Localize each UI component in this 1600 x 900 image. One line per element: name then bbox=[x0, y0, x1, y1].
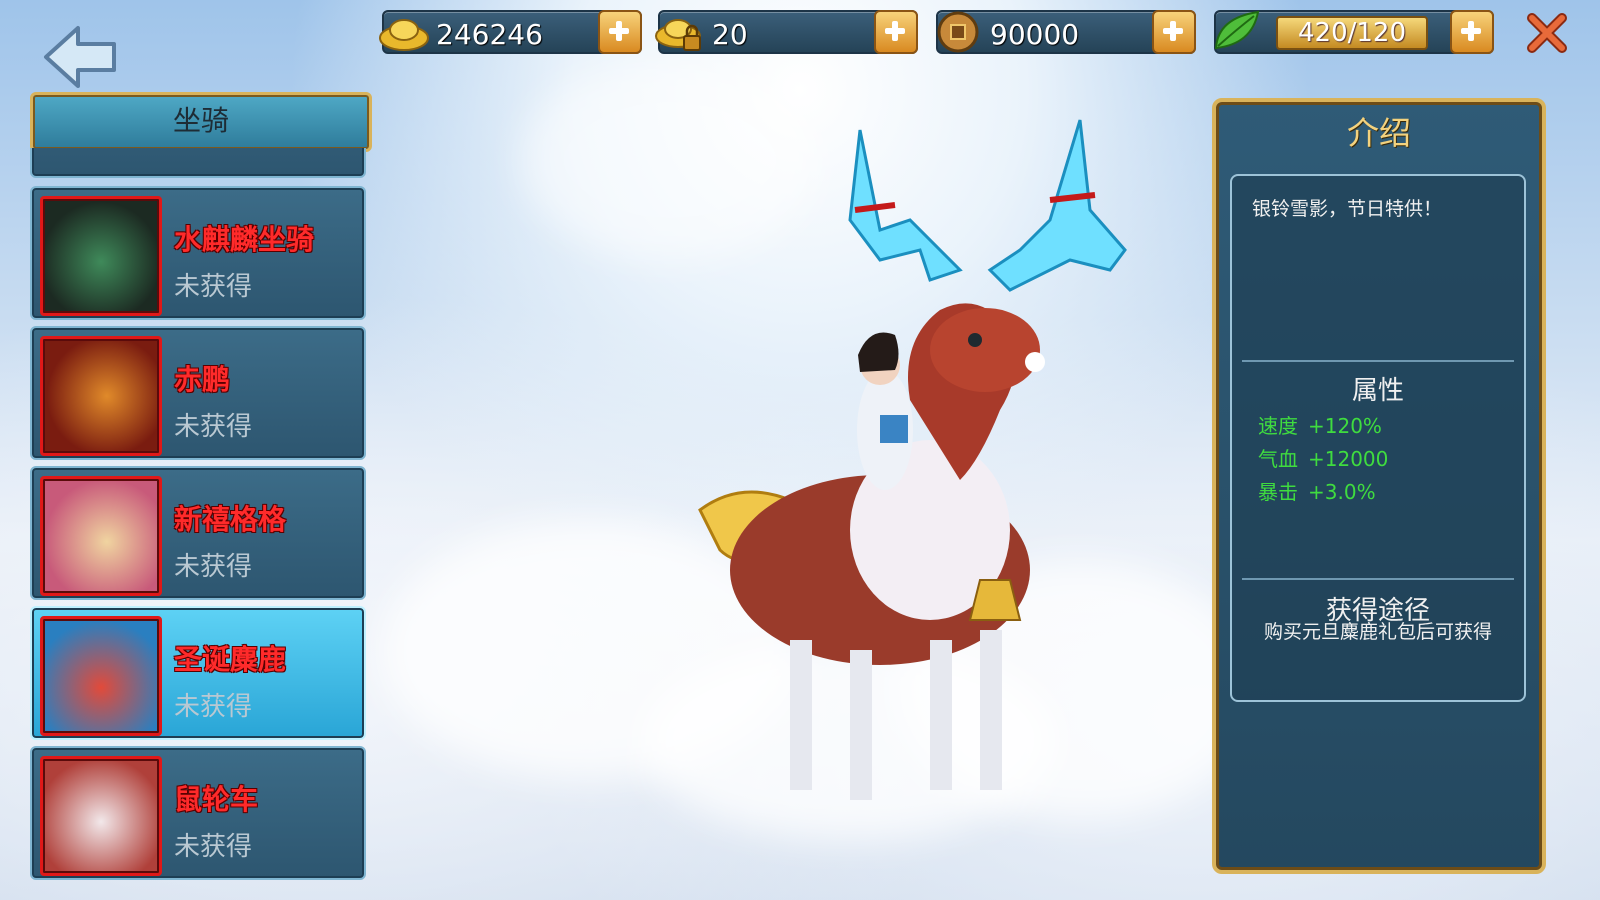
mount-nose bbox=[1025, 352, 1045, 372]
leg bbox=[850, 650, 872, 800]
mount-name: 水麒麟坐骑 bbox=[174, 223, 315, 256]
back-arrow-icon bbox=[44, 26, 116, 88]
bell bbox=[968, 579, 1022, 621]
stat-value: +3.0% bbox=[1308, 480, 1376, 504]
stamina-counter: 420/120 bbox=[1214, 10, 1494, 54]
mount-panel-title-text: 坐骑 bbox=[172, 104, 229, 137]
mount-status: 未获得 bbox=[174, 272, 253, 302]
back-button[interactable] bbox=[42, 22, 120, 92]
antler-right bbox=[987, 119, 1127, 292]
gold-value: 246246 bbox=[436, 18, 543, 51]
mount-name: 赤鹏 bbox=[174, 363, 231, 396]
mount-item-new-year-princess[interactable]: 新禧格格 未获得 bbox=[30, 466, 366, 600]
coin-value: 90000 bbox=[990, 18, 1080, 51]
mount-item-red-roc[interactable]: 赤鹏 未获得 bbox=[30, 326, 366, 460]
mount-item-christmas-reindeer[interactable]: 圣诞麋鹿 未获得 bbox=[30, 606, 366, 740]
mount-portrait bbox=[40, 336, 162, 456]
close-icon bbox=[1527, 13, 1567, 53]
leaf-icon bbox=[1214, 10, 1260, 50]
stat-label: 暴击 bbox=[1258, 480, 1298, 504]
mount-name: 圣诞麋鹿 bbox=[174, 643, 287, 676]
list-item-partial[interactable] bbox=[30, 148, 366, 178]
intro-content: 银铃雪影，节日特供！ 属性 速度 +120% 气血 +12000 暴击 +3.0% 获… bbox=[1230, 174, 1526, 702]
mount-eye bbox=[968, 333, 982, 347]
mount-name: 鼠轮车 bbox=[174, 783, 259, 816]
attributes-heading: 属性 bbox=[1351, 376, 1404, 406]
stat-value: +120% bbox=[1308, 414, 1382, 438]
coin-counter: 90000 bbox=[936, 10, 1196, 54]
gold-ingot-icon bbox=[379, 19, 429, 51]
mount-portrait bbox=[40, 476, 162, 596]
close-button[interactable] bbox=[1526, 12, 1568, 54]
mount-name: 新禧格格 bbox=[174, 503, 287, 536]
stamina-value: 420/120 bbox=[1297, 18, 1406, 48]
leg bbox=[790, 640, 812, 790]
add-bound-gold-button[interactable] bbox=[874, 10, 918, 54]
mount-item-mouse-cart[interactable]: 鼠轮车 未获得 bbox=[30, 746, 366, 880]
leg bbox=[980, 630, 1002, 790]
mount-item-water-qilin[interactable]: 水麒麟坐骑 未获得 bbox=[30, 186, 366, 320]
mount-status: 未获得 bbox=[174, 412, 253, 442]
mount-list[interactable]: 水麒麟坐骑 未获得 赤鹏 未获得 新禧格格 未获得 圣诞麋鹿 未获得 鼠轮车 未… bbox=[30, 148, 366, 900]
stat-label: 气血 bbox=[1258, 447, 1298, 471]
divider bbox=[1242, 360, 1514, 362]
gold-counter: 246246 bbox=[379, 10, 642, 54]
divider bbox=[1242, 578, 1514, 580]
mount-status: 未获得 bbox=[174, 692, 253, 722]
locked-ingot-icon bbox=[655, 19, 701, 51]
source-text: 购买元旦麋鹿礼包后可获得 bbox=[1263, 621, 1492, 643]
mount-portrait bbox=[40, 196, 162, 316]
coin-icon bbox=[937, 11, 979, 53]
add-stamina-button[interactable] bbox=[1450, 10, 1494, 54]
stat-label: 速度 bbox=[1258, 414, 1298, 438]
stamina-value-box: 420/120 bbox=[1276, 16, 1428, 50]
mount-status: 未获得 bbox=[174, 552, 253, 582]
mount-description: 银铃雪影，节日特供！ bbox=[1252, 198, 1443, 220]
mount-model[interactable] bbox=[680, 100, 1160, 820]
leg bbox=[930, 640, 952, 790]
antler-left bbox=[848, 129, 963, 282]
rider-top bbox=[880, 415, 908, 443]
stat-crit: 暴击 +3.0% bbox=[1258, 476, 1376, 505]
mount-portrait bbox=[40, 616, 162, 736]
rider-hair bbox=[858, 332, 899, 372]
bound-gold-counter: 20 bbox=[655, 10, 918, 54]
mount-status: 未获得 bbox=[174, 832, 253, 862]
mount-head bbox=[930, 308, 1040, 392]
stat-hp: 气血 +12000 bbox=[1258, 443, 1388, 472]
bound-gold-value: 20 bbox=[712, 18, 748, 51]
add-coin-button[interactable] bbox=[1152, 10, 1196, 54]
intro-title: 介绍 bbox=[1346, 114, 1411, 152]
add-gold-button[interactable] bbox=[598, 10, 642, 54]
stat-speed: 速度 +120% bbox=[1258, 410, 1382, 439]
mount-panel-title: 坐骑 bbox=[30, 92, 372, 152]
intro-panel: 介绍 银铃雪影，节日特供！ 属性 速度 +120% 气血 +12000 暴击 +3.0… bbox=[1212, 98, 1546, 874]
mount-portrait bbox=[40, 756, 162, 876]
stat-value: +12000 bbox=[1308, 447, 1389, 471]
